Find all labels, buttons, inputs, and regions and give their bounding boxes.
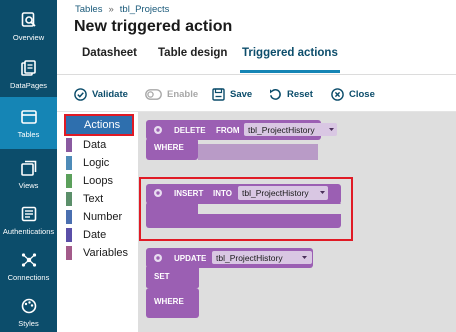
validate-button[interactable]: Validate (74, 82, 128, 106)
nav-label: Overview (12, 32, 45, 42)
nav-datapages[interactable]: DataPages (0, 48, 57, 100)
category-label: Date (83, 229, 107, 241)
category-label: Number (83, 211, 123, 223)
update-keyword: UPDATE (174, 254, 207, 263)
close-label: Close (349, 88, 375, 100)
category-number[interactable]: Number (66, 208, 132, 226)
table-name: tbl_ProjectHistory (248, 125, 315, 135)
category-data[interactable]: Data (66, 136, 132, 154)
nav-styles[interactable]: Styles (0, 286, 57, 332)
category-color-swatch (66, 228, 72, 242)
nav-overview[interactable]: Overview (0, 0, 57, 52)
auth-icon (20, 205, 38, 223)
table-dropdown[interactable]: tbl_ProjectHistory (212, 251, 312, 264)
connections-icon (20, 251, 38, 269)
reset-icon (270, 88, 281, 100)
pages-icon (20, 59, 38, 77)
category-label: Variables (83, 247, 129, 259)
toolbox: Data Logic Loops Text Number Date Variab… (57, 112, 138, 332)
toolbar: Validate Enable Save Reset Close (57, 82, 456, 106)
category-label: Loops (83, 175, 113, 187)
tab-table-design[interactable]: Table design (158, 47, 227, 75)
category-label: Data (83, 139, 107, 151)
category-label: Text (83, 193, 104, 205)
category-date[interactable]: Date (66, 226, 132, 244)
toggle-icon (145, 88, 162, 100)
save-icon (212, 87, 225, 101)
category-text[interactable]: Text (66, 190, 132, 208)
views-icon (20, 159, 38, 177)
gear-icon[interactable] (154, 126, 162, 134)
tab-divider (57, 74, 456, 75)
table-icon (20, 108, 38, 126)
nav-tables[interactable]: Tables (0, 97, 57, 149)
nav-label: Tables (17, 129, 40, 139)
category-variables[interactable]: Variables (66, 244, 132, 262)
table-name: tbl_ProjectHistory (216, 253, 283, 263)
delete-keyword: DELETE (174, 126, 206, 135)
where-keyword: WHERE (154, 297, 184, 306)
validate-label: Validate (92, 88, 128, 100)
gear-icon[interactable] (154, 254, 162, 262)
nav-label: Styles (18, 318, 39, 328)
category-color-swatch (66, 174, 72, 188)
breadcrumb: Tables » tbl_Projects (75, 4, 169, 15)
category-color-swatch (66, 246, 72, 260)
category-logic[interactable]: Logic (66, 154, 132, 172)
where-keyword: WHERE (154, 143, 184, 152)
close-button[interactable]: Close (331, 82, 375, 106)
from-keyword: FROM (216, 126, 240, 135)
breadcrumb-link-tables[interactable]: Tables (75, 4, 102, 15)
category-color-swatch (66, 156, 72, 170)
category-label: Actions (84, 119, 121, 131)
styles-icon (20, 297, 38, 315)
nav-authentications[interactable]: Authentications (0, 194, 57, 246)
category-color-swatch (66, 138, 72, 152)
update-block[interactable]: UPDATE tbl_ProjectHistory SET WHERE (146, 248, 313, 318)
breadcrumb-separator: » (108, 4, 114, 15)
nav-label: Views (18, 180, 39, 190)
nav-connections[interactable]: Connections (0, 240, 57, 292)
nav-label: Authentications (2, 226, 55, 236)
highlight-box (139, 177, 353, 241)
tab-datasheet[interactable]: Datasheet (82, 47, 137, 75)
breadcrumb-link-table[interactable]: tbl_Projects (120, 4, 170, 15)
category-loops[interactable]: Loops (66, 172, 132, 190)
nav-label: DataPages (9, 80, 48, 90)
save-button[interactable]: Save (212, 82, 252, 106)
sidebar: Overview DataPages Tables Views Authenti… (0, 0, 57, 332)
category-color-swatch (66, 210, 72, 224)
reset-button[interactable]: Reset (269, 82, 313, 106)
enable-label: Enable (167, 88, 199, 100)
page-title: New triggered action (74, 18, 233, 35)
close-icon (331, 87, 344, 101)
category-color-swatch (66, 192, 72, 206)
tab-triggered-actions[interactable]: Triggered actions (240, 47, 340, 75)
category-actions[interactable]: Actions (64, 114, 134, 136)
delete-block[interactable]: DELETE FROM tbl_ProjectHistory WHERE (146, 120, 337, 160)
save-label: Save (230, 88, 253, 100)
category-label: Logic (83, 157, 110, 169)
nav-views[interactable]: Views (0, 148, 57, 200)
table-dropdown[interactable]: tbl_ProjectHistory (244, 123, 337, 136)
set-keyword: SET (154, 272, 170, 281)
check-circle-icon (74, 87, 87, 101)
reset-label: Reset (287, 88, 313, 100)
enable-button[interactable]: Enable (145, 82, 198, 106)
search-doc-icon (20, 11, 38, 29)
nav-label: Connections (7, 272, 50, 282)
